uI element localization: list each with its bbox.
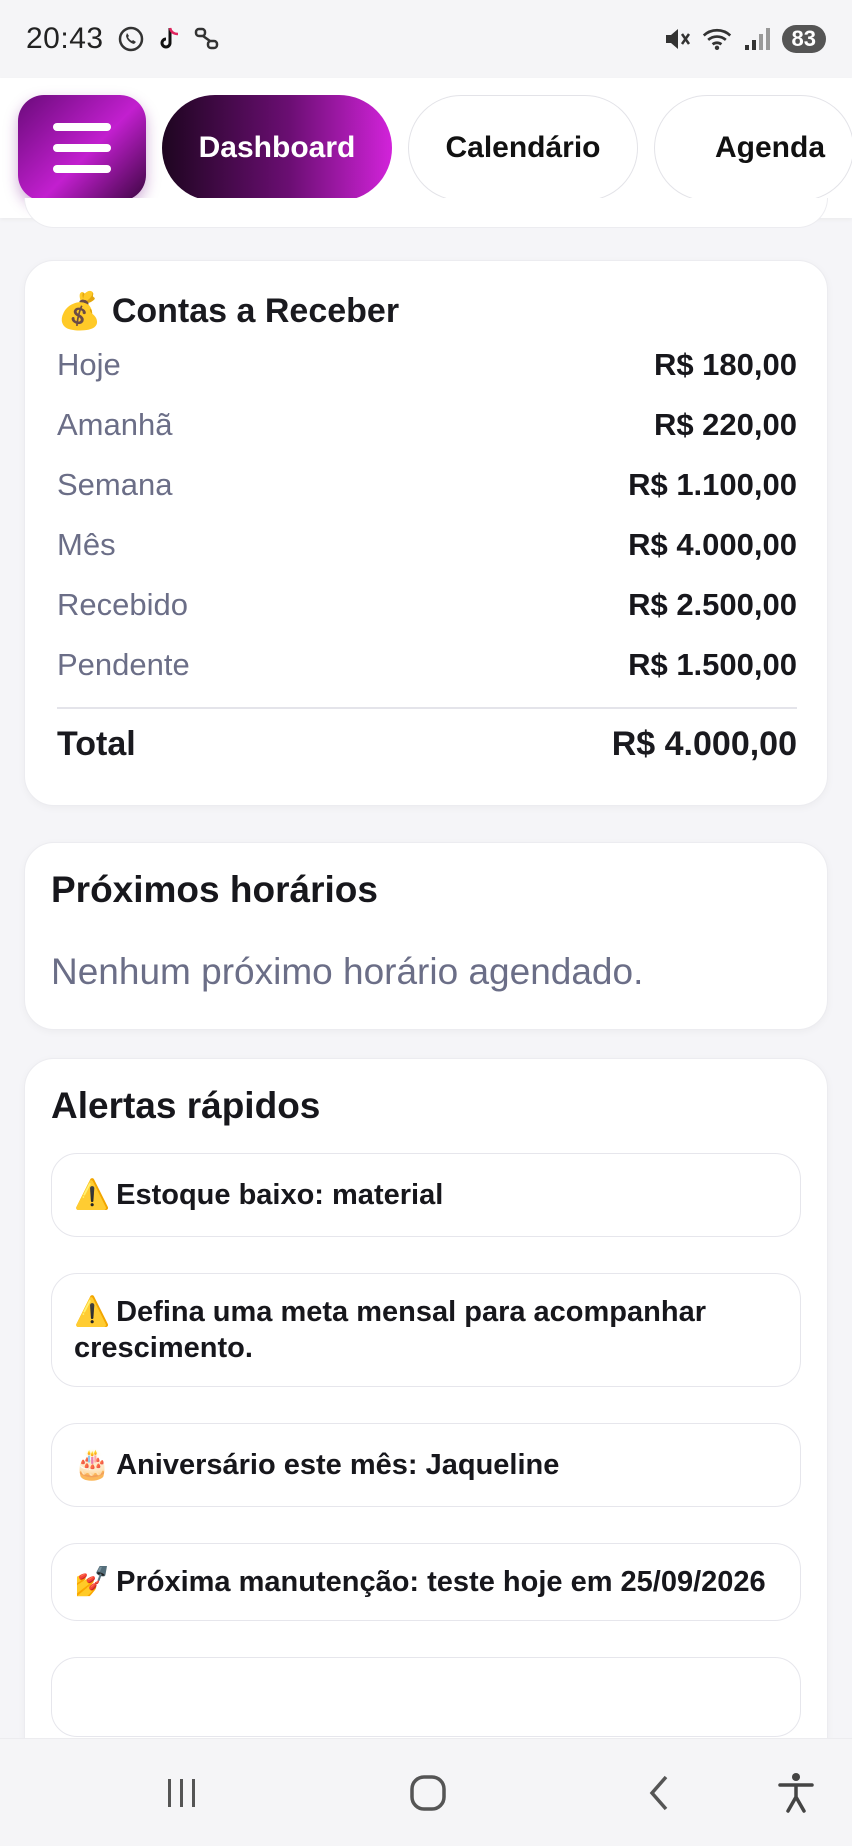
- upcoming-card: Próximos horários Nenhum próximo horário…: [24, 842, 828, 1030]
- whatsapp-icon: [116, 24, 146, 54]
- receivable-row-pendente: Pendente R$ 1.500,00: [57, 635, 797, 695]
- alert-text: Estoque baixo: material: [116, 1179, 444, 1211]
- status-time: 20:43: [26, 22, 104, 55]
- hamburger-icon: [53, 123, 111, 131]
- tab-calendario[interactable]: Calendário: [408, 95, 638, 201]
- receivables-card: 💰 Contas a Receber Hoje R$ 180,00 Amanhã…: [24, 260, 828, 806]
- hamburger-icon-bar: [53, 144, 111, 152]
- battery-indicator: 83: [781, 25, 826, 53]
- tab-agenda[interactable]: Agenda: [654, 95, 852, 201]
- receivable-value: R$ 4.000,00: [628, 527, 797, 562]
- receivable-total-row: Total R$ 4.000,00: [57, 709, 797, 781]
- receivable-label: Mês: [57, 527, 116, 562]
- warning-icon: ⚠️: [74, 1179, 111, 1211]
- receivable-row-recebido: Recebido R$ 2.500,00: [57, 575, 797, 635]
- receivable-row-amanha: Amanhã R$ 220,00: [57, 395, 797, 455]
- alerts-title: Alertas rápidos: [51, 1085, 321, 1126]
- receivable-label: Amanhã: [57, 407, 173, 442]
- receivable-label: Pendente: [57, 647, 190, 682]
- receivable-row-mes: Mês R$ 4.000,00: [57, 515, 797, 575]
- upcoming-empty-text: Nenhum próximo horário agendado.: [51, 951, 644, 992]
- receivable-row-semana: Semana R$ 1.100,00: [57, 455, 797, 515]
- birthday-cake-icon: 🎂: [74, 1449, 111, 1481]
- receivable-value: R$ 2.500,00: [628, 587, 797, 622]
- recent-apps-icon[interactable]: [150, 1739, 214, 1846]
- receivables-title: Contas a Receber: [111, 291, 400, 330]
- receivable-value: R$ 180,00: [653, 347, 797, 382]
- alert-item[interactable]: ⚠️ Defina uma meta mensal para acompanhar…: [51, 1273, 801, 1387]
- alerts-list: ⚠️ Estoque baixo: material ⚠️ Defina uma m…: [51, 1153, 801, 1737]
- accessibility-icon[interactable]: [764, 1739, 828, 1846]
- back-icon[interactable]: [628, 1739, 692, 1846]
- receivable-row-hoje: Hoje R$ 180,00: [57, 335, 797, 395]
- alert-text: Aniversário este mês: Jaqueline: [116, 1449, 560, 1481]
- alert-item[interactable]: ⚠️ Estoque baixo: material: [51, 1153, 801, 1237]
- alerts-card: Alertas rápidos ⚠️ Estoque baixo: materia…: [24, 1058, 828, 1846]
- total-value: R$ 4.000,00: [611, 725, 797, 763]
- alert-item[interactable]: 💅 Próxima manutenção: teste hoje em 25/09…: [51, 1543, 801, 1621]
- menu-button[interactable]: [18, 95, 146, 201]
- mute-icon: [662, 24, 692, 54]
- money-bag-icon: 💰: [57, 290, 102, 331]
- hamburger-icon-bar: [53, 165, 111, 173]
- notification-icons: [116, 24, 222, 54]
- alert-item[interactable]: 🎂 Aniversário este mês: Jaqueline: [51, 1423, 801, 1507]
- system-status: 83: [662, 24, 826, 54]
- receivable-value: R$ 1.100,00: [628, 467, 797, 502]
- system-navigation-bar: [0, 1738, 852, 1846]
- total-label: Total: [57, 725, 136, 763]
- warning-icon: ⚠️: [74, 1296, 111, 1328]
- signal-icon: [742, 24, 772, 54]
- receivables-header: 💰 Contas a Receber: [57, 287, 797, 335]
- wifi-icon: [702, 24, 732, 54]
- home-icon[interactable]: [396, 1739, 460, 1846]
- receivable-label: Recebido: [57, 587, 188, 622]
- tiktok-icon: [154, 24, 184, 54]
- alert-item-partial[interactable]: [51, 1657, 801, 1737]
- receivable-label: Semana: [57, 467, 173, 502]
- alert-text: Defina uma meta mensal para acompanhar c…: [74, 1296, 706, 1364]
- receivable-value: R$ 220,00: [653, 407, 797, 442]
- top-navigation: Dashboard Calendário Agenda: [0, 78, 852, 218]
- tab-dashboard[interactable]: Dashboard: [162, 95, 392, 201]
- nail-polish-icon: 💅: [74, 1566, 111, 1598]
- receivable-value: R$ 1.500,00: [628, 647, 797, 682]
- link-icon: [192, 24, 222, 54]
- previous-card: [24, 198, 828, 228]
- upcoming-title: Próximos horários: [51, 869, 378, 910]
- status-bar: 20:43 83: [0, 0, 852, 78]
- app-screen: 20:43 83 Dashboard Calendário Agenda 💰 C…: [0, 0, 852, 1846]
- alert-text: Próxima manutenção: teste hoje em 25/09/…: [116, 1566, 766, 1598]
- receivable-label: Hoje: [57, 347, 121, 382]
